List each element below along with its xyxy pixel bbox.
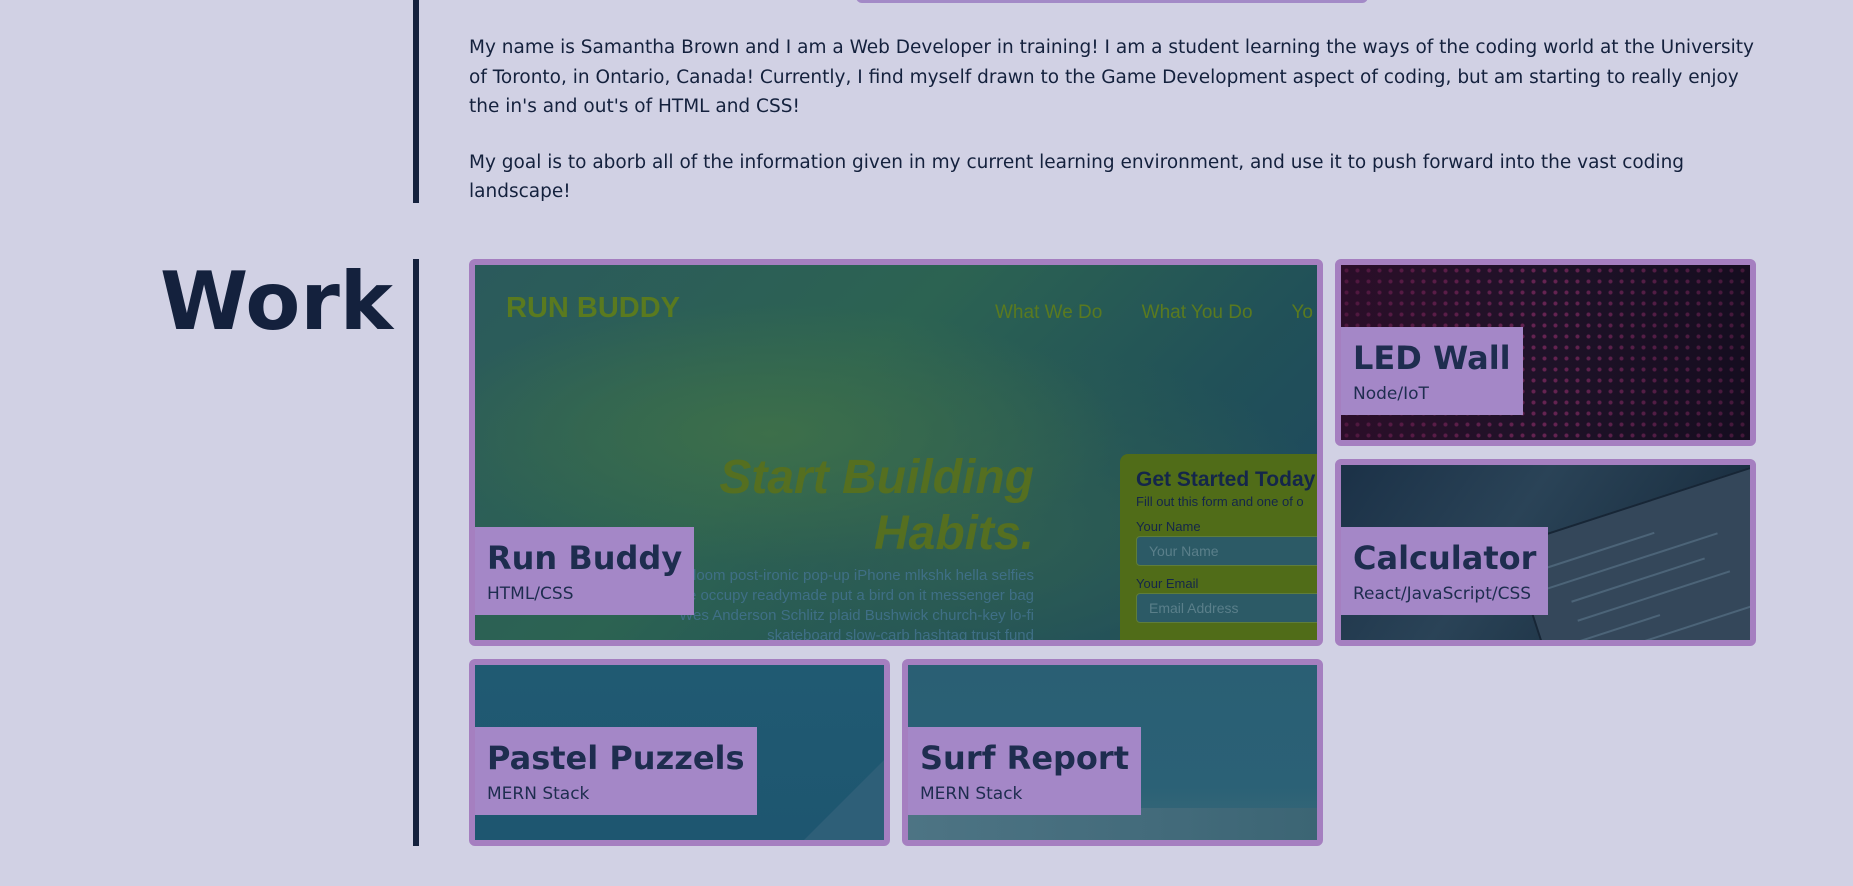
project-card-led-wall[interactable]: LED Wall Node/IoT [1335, 259, 1756, 446]
project-tech: MERN Stack [920, 784, 1023, 804]
project-label: Calculator React/JavaScript/CSS [1341, 527, 1549, 615]
run-buddy-form-subtitle: Fill out this form and one of o [1136, 494, 1304, 509]
project-card-calculator[interactable]: Calculator React/JavaScript/CSS [1335, 459, 1756, 646]
run-buddy-logo: RUN BUDDY [506, 292, 680, 324]
run-buddy-name-label: Your Name [1136, 519, 1201, 534]
run-buddy-form: Get Started Today Fill out this form and… [1120, 454, 1317, 640]
project-tech: React/JavaScript/CSS [1353, 584, 1532, 604]
project-label: Run Buddy HTML/CSS [475, 527, 695, 615]
run-buddy-nav-item: Yo [1291, 302, 1314, 323]
project-tech: Node/IoT [1353, 384, 1429, 404]
run-buddy-email-label: Your Email [1136, 576, 1199, 591]
run-buddy-nav: What We Do What You Do Yo [995, 302, 1317, 324]
project-label: Pastel Puzzels MERN Stack [475, 727, 757, 815]
project-card-surf-report[interactable]: Surf Report MERN Stack [902, 659, 1323, 846]
run-buddy-nav-item: What We Do [995, 302, 1103, 323]
project-title: Run Buddy [487, 539, 683, 577]
work-section-divider [413, 259, 419, 846]
about-paragraph-1: My name is Samantha Brown and I am a Web… [469, 37, 1754, 117]
run-buddy-name-input: Your Name [1136, 536, 1317, 566]
run-buddy-form-title: Get Started Today [1136, 468, 1316, 491]
about-section-divider [413, 0, 419, 203]
project-tech: HTML/CSS [487, 584, 574, 604]
project-tech: MERN Stack [487, 784, 590, 804]
work-heading: Work [159, 255, 393, 348]
about-section: My name is Samantha Brown and I am a Web… [469, 33, 1759, 233]
project-title: Calculator [1353, 539, 1537, 577]
project-title: Pastel Puzzels [487, 739, 745, 777]
about-paragraph-2: My goal is to aborb all of the informati… [469, 151, 1685, 203]
top-accent-bar [856, 0, 1368, 3]
project-card-run-buddy[interactable]: RUN BUDDY What We Do What You Do Yo Star… [469, 259, 1323, 646]
run-buddy-email-input: Email Address [1136, 593, 1317, 623]
project-title: Surf Report [920, 739, 1129, 777]
run-buddy-nav-item: What You Do [1141, 302, 1253, 323]
project-label: LED Wall Node/IoT [1341, 327, 1523, 415]
project-title: LED Wall [1353, 339, 1511, 377]
project-label: Surf Report MERN Stack [908, 727, 1141, 815]
project-card-pastel-puzzels[interactable]: Pastel Puzzels MERN Stack [469, 659, 890, 846]
